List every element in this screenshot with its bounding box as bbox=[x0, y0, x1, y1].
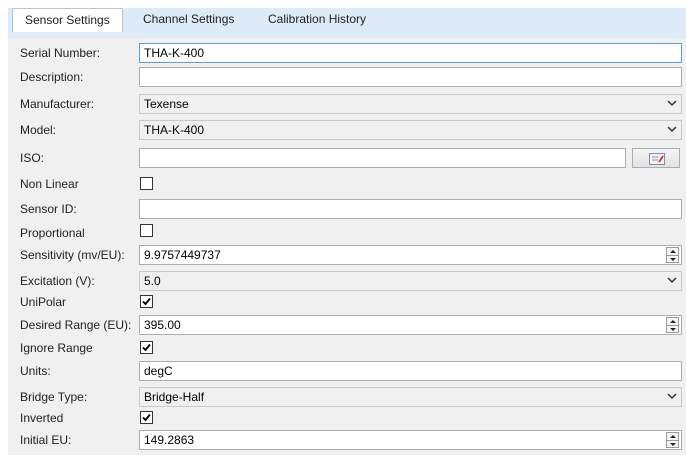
sensitivity-label: Sensitivity (mv/EU): bbox=[20, 248, 125, 262]
sensor-id-input[interactable] bbox=[139, 199, 682, 219]
manufacturer-select[interactable]: Texense bbox=[139, 94, 682, 114]
desired-range-value: 395.00 bbox=[144, 318, 181, 332]
non-linear-checkbox[interactable] bbox=[140, 177, 153, 190]
spin-updown-icon[interactable] bbox=[666, 432, 679, 448]
inverted-checkbox[interactable] bbox=[140, 411, 153, 424]
spin-updown-icon[interactable] bbox=[666, 317, 679, 333]
check-icon bbox=[142, 297, 151, 306]
model-label: Model: bbox=[20, 123, 57, 137]
excitation-label: Excitation (V): bbox=[20, 274, 95, 288]
unipolar-label: UniPolar bbox=[20, 295, 67, 309]
iso-edit-button[interactable] bbox=[632, 148, 680, 168]
model-value: THA-K-400 bbox=[144, 123, 205, 137]
chevron-down-icon bbox=[667, 393, 677, 400]
spin-updown-icon[interactable] bbox=[666, 247, 679, 263]
sensitivity-value: 9.9757449737 bbox=[144, 248, 221, 262]
units-label: Units: bbox=[20, 364, 51, 378]
description-label: Description: bbox=[20, 70, 84, 84]
excitation-value: 5.0 bbox=[144, 274, 161, 288]
serial-number-input[interactable]: THA-K-400 bbox=[139, 43, 682, 63]
manufacturer-label: Manufacturer: bbox=[20, 97, 95, 111]
tab-sensor-settings[interactable]: Sensor Settings bbox=[12, 8, 123, 32]
model-select[interactable]: THA-K-400 bbox=[139, 120, 682, 140]
bridge-type-select[interactable]: Bridge-Half bbox=[139, 387, 682, 407]
check-icon bbox=[142, 413, 151, 422]
inverted-label: Inverted bbox=[20, 411, 64, 425]
proportional-label: Proportional bbox=[20, 226, 85, 240]
edit-list-icon bbox=[649, 153, 665, 165]
description-input[interactable] bbox=[139, 67, 682, 87]
ignore-range-label: Ignore Range bbox=[20, 341, 93, 355]
serial-number-label: Serial Number: bbox=[20, 46, 101, 60]
proportional-checkbox[interactable] bbox=[140, 224, 153, 237]
initial-eu-label: Initial EU: bbox=[20, 433, 72, 447]
tab-channel-settings[interactable]: Channel Settings bbox=[131, 9, 246, 30]
sensor-id-label: Sensor ID: bbox=[20, 202, 77, 216]
sensitivity-spinbox[interactable]: 9.9757449737 bbox=[139, 245, 682, 265]
bridge-type-value: Bridge-Half bbox=[144, 390, 205, 404]
chevron-down-icon bbox=[667, 126, 677, 133]
excitation-select[interactable]: 5.0 bbox=[139, 271, 682, 291]
tab-calibration-history[interactable]: Calibration History bbox=[256, 9, 378, 30]
non-linear-label: Non Linear bbox=[20, 177, 79, 191]
unipolar-checkbox[interactable] bbox=[140, 295, 153, 308]
iso-label: ISO: bbox=[20, 151, 45, 165]
check-icon bbox=[142, 343, 151, 352]
bridge-type-label: Bridge Type: bbox=[20, 390, 88, 404]
iso-input[interactable] bbox=[139, 148, 626, 168]
chevron-down-icon bbox=[667, 277, 677, 284]
units-input[interactable]: degC bbox=[139, 361, 682, 381]
desired-range-spinbox[interactable]: 395.00 bbox=[139, 315, 682, 335]
desired-range-label: Desired Range (EU): bbox=[20, 318, 132, 332]
ignore-range-checkbox[interactable] bbox=[140, 341, 153, 354]
chevron-down-icon bbox=[667, 100, 677, 107]
manufacturer-value: Texense bbox=[144, 97, 189, 111]
initial-eu-spinbox[interactable]: 149.2863 bbox=[139, 430, 682, 450]
initial-eu-value: 149.2863 bbox=[144, 433, 195, 447]
